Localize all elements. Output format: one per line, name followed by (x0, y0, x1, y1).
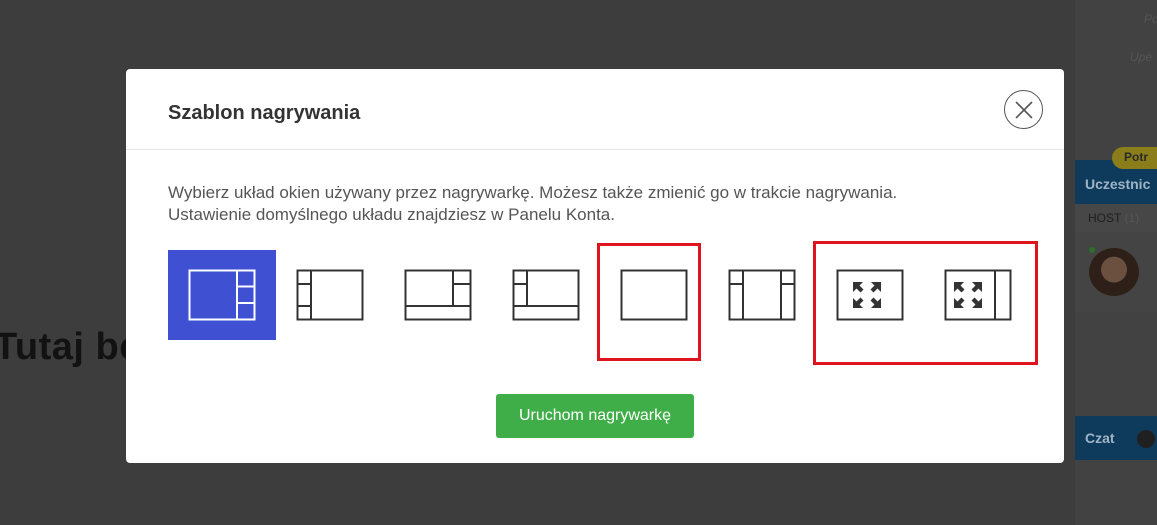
layout-option-main-right-split[interactable] (168, 250, 276, 340)
layout-left-strip-icon (296, 269, 364, 321)
background-heading: Tutaj bę (0, 326, 141, 368)
layout-options (168, 250, 1038, 342)
layout-option-both-strips[interactable] (708, 250, 816, 340)
layout-option-single[interactable] (600, 250, 708, 340)
layout-option-fullscreen[interactable] (816, 250, 924, 340)
layout-option-fullscreen-right-strip[interactable] (924, 250, 1032, 340)
recording-template-modal: Szablon nagrywania Wybierz układ okien u… (126, 69, 1064, 463)
modal-description: Wybierz układ okien używany przez nagryw… (168, 182, 1038, 226)
layout-single-icon (620, 269, 688, 321)
layout-fullscreen-icon (836, 269, 904, 321)
layout-option-left-strip-bottom-bar[interactable] (492, 250, 600, 340)
close-button[interactable] (1004, 90, 1043, 129)
layout-left-strip-bottom-bar-icon (512, 269, 580, 321)
description-line: Wybierz układ okien używany przez nagryw… (168, 183, 898, 202)
modal-header: Szablon nagrywania (126, 69, 1064, 150)
layout-option-left-strip[interactable] (276, 250, 384, 340)
host-label: HOST (1088, 211, 1122, 225)
host-section-label: HOST (1) (1075, 204, 1157, 232)
online-status-icon (1089, 247, 1095, 253)
avatar (1089, 248, 1139, 296)
background-sidebar-text: Upe (1130, 50, 1153, 64)
layout-fullscreen-right-strip-icon (944, 269, 1012, 321)
host-count: (1) (1124, 211, 1140, 225)
start-recorder-button[interactable]: Uruchom nagrywarkę (496, 394, 694, 438)
chat-user-icon (1137, 430, 1155, 448)
close-icon (1015, 101, 1033, 119)
modal-title: Szablon nagrywania (168, 102, 361, 124)
layout-option-right-strip-bottom-bar[interactable] (384, 250, 492, 340)
layout-right-strip-bottom-bar-icon (404, 269, 472, 321)
status-badge: Potr (1112, 147, 1157, 169)
layout-both-strips-icon (728, 269, 796, 321)
layout-main-right-split-icon (188, 269, 256, 321)
background-sidebar-text: Pc (1144, 12, 1157, 26)
description-line: Ustawienie domyślnego układu znajdziesz … (168, 205, 615, 224)
